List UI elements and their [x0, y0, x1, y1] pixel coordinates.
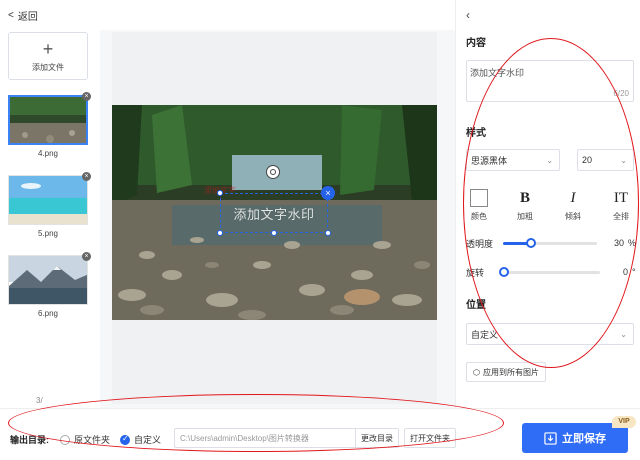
font-size-value: 20: [582, 155, 593, 165]
remove-thumbnail-icon[interactable]: ×: [82, 172, 91, 181]
rotation-slider[interactable]: [499, 266, 600, 277]
watermark-content-value: 添加文字水印: [470, 68, 525, 78]
thumbnail-item[interactable]: × 6.png: [8, 252, 91, 318]
add-file-button[interactable]: + 添加文件: [8, 32, 88, 80]
rotation-unit: °: [632, 267, 636, 277]
radio-original-folder[interactable]: 原文件夹: [60, 433, 110, 446]
save-label: 立即保存: [562, 433, 606, 445]
open-folder-button[interactable]: 打开文件夹: [404, 428, 456, 448]
opacity-slider-handle[interactable]: [526, 237, 537, 248]
back-label: 返回: [17, 11, 38, 23]
thumbnail-name: 5.png: [37, 229, 59, 238]
thumbnail-name: 4.png: [37, 149, 59, 158]
font-family-value: 思源黑体: [471, 155, 508, 166]
apply-all-label: 应用到所有图片: [482, 367, 539, 377]
opacity-unit: %: [628, 238, 637, 248]
remove-thumbnail-icon[interactable]: ×: [82, 92, 91, 101]
rotation-slider-handle[interactable]: [499, 266, 509, 277]
opacity-row: 透明度 30 %: [466, 236, 636, 250]
radio-original-label: 原文件夹: [74, 435, 111, 445]
plus-icon: +: [42, 38, 54, 59]
content-section-title: 内容: [466, 38, 486, 49]
change-dir-button[interactable]: 更改目录: [355, 429, 398, 447]
close-icon[interactable]: ×: [321, 186, 335, 200]
output-path-input[interactable]: C:\Users\admin\Desktop\图片转换器 更改目录: [174, 428, 399, 448]
output-dir-label: 输出目录:: [10, 435, 49, 445]
chevron-left-icon: <: [8, 9, 14, 21]
radio-custom-folder[interactable]: 自定义: [120, 433, 161, 446]
position-value: 自定义: [471, 329, 499, 340]
preview-canvas: 添加文字 添加文字水印 ×: [112, 32, 437, 404]
rotation-row: 旋转 0 °: [466, 265, 636, 279]
opacity-slider[interactable]: [503, 237, 597, 248]
position-select[interactable]: 自定义 ⌄: [466, 323, 634, 345]
char-count: 6/20: [613, 89, 629, 98]
thumbnail-item[interactable]: × 4.png: [8, 92, 91, 158]
rotation-value: 0: [622, 267, 628, 277]
bold-button[interactable]: B 加粗: [510, 188, 540, 222]
color-button[interactable]: 颜色: [464, 188, 494, 222]
resize-handle[interactable]: [271, 230, 277, 236]
text-layout-label: 全排: [613, 212, 629, 221]
radio-custom-label: 自定义: [134, 435, 162, 445]
apply-all-button[interactable]: ⬡ 应用到所有图片: [466, 362, 546, 382]
output-path-value: C:\Users\admin\Desktop\图片转换器: [180, 433, 309, 443]
text-layout-button[interactable]: IT 全排: [606, 188, 636, 222]
chevron-down-icon: ⌄: [620, 329, 627, 339]
italic-label: 倾斜: [565, 212, 581, 221]
bottom-bar: 输出目录: 原文件夹 自定义 C:\Users\admin\Desktop\图片…: [0, 408, 640, 460]
bold-label: 加粗: [517, 212, 533, 221]
bold-icon: B: [519, 190, 530, 206]
italic-icon: I: [570, 190, 576, 206]
radio-checked-icon: [120, 434, 130, 445]
thumbnail-item[interactable]: × 5.png: [8, 172, 91, 238]
download-icon: [544, 431, 557, 445]
resize-handle[interactable]: [217, 190, 223, 196]
thumbnail-panel: + 添加文件 × 4.png × 5.png × 6.png: [0, 30, 100, 408]
preview-image[interactable]: 添加文字 添加文字水印 ×: [112, 105, 437, 320]
chevron-down-icon: ⌄: [620, 155, 627, 165]
position-section-title: 位置: [466, 300, 486, 311]
watermark-box[interactable]: 添加文字水印 ×: [217, 186, 335, 236]
rotate-icon[interactable]: [266, 165, 280, 179]
watermark-content-input[interactable]: 添加文字水印 6/20: [466, 60, 634, 102]
color-label: 颜色: [471, 212, 487, 221]
cube-icon: ⬡: [473, 367, 480, 377]
italic-button[interactable]: I 倾斜: [558, 188, 588, 222]
top-bar: < 返回: [0, 0, 455, 30]
thumbnail-image[interactable]: [8, 255, 88, 305]
radio-unchecked-icon: [60, 434, 70, 445]
opacity-label: 透明度: [466, 238, 494, 249]
thumbnail-name: 6.png: [37, 309, 59, 318]
vip-badge: VIP: [612, 416, 636, 428]
thumbnail-image[interactable]: [8, 95, 88, 145]
style-section-title: 样式: [466, 128, 486, 139]
text-layout-icon: IT: [613, 190, 629, 206]
font-family-select[interactable]: 思源黑体 ⌄: [466, 149, 560, 171]
thumbnail-image[interactable]: [8, 175, 88, 225]
watermark-text: 添加文字水印: [233, 206, 315, 222]
opacity-value: 30: [613, 238, 624, 248]
font-size-select[interactable]: 20 ⌄: [577, 149, 634, 171]
add-file-label: 添加文件: [32, 62, 64, 72]
collapse-chevron-icon[interactable]: ‹: [466, 8, 470, 22]
color-swatch-icon: [470, 189, 488, 207]
resize-handle[interactable]: [217, 230, 223, 236]
page-indicator: 3/: [36, 396, 43, 405]
resize-handle[interactable]: [325, 230, 331, 236]
settings-panel: ‹ 内容 添加文字水印 6/20 样式 思源黑体 ⌄ 20 ⌄ 颜色 B 加粗 …: [455, 0, 640, 408]
remove-thumbnail-icon[interactable]: ×: [82, 252, 91, 261]
back-button[interactable]: < 返回: [8, 8, 38, 23]
chevron-down-icon: ⌄: [546, 155, 553, 165]
